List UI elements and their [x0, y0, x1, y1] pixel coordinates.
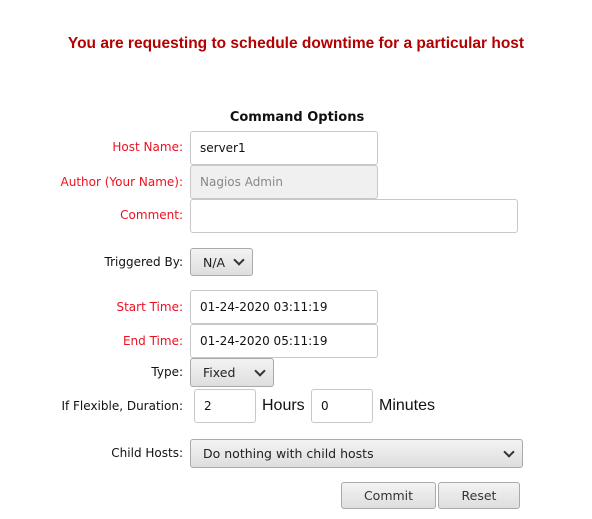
type-label: Type: [151, 365, 183, 379]
reset-button[interactable]: Reset [438, 482, 520, 509]
comment-label: Comment: [120, 208, 183, 222]
child-hosts-label: Child Hosts: [111, 446, 183, 460]
section-title: Command Options [229, 110, 365, 125]
end-time-input[interactable]: 01-24-2020 05:11:19 [190, 324, 378, 358]
comment-input[interactable] [190, 199, 518, 233]
chevron-down-icon [233, 254, 245, 266]
commit-button[interactable]: Commit [341, 482, 436, 509]
hours-label: Hours [262, 397, 305, 414]
child-hosts-select[interactable]: Do nothing with child hosts [190, 439, 523, 468]
start-time-label: Start Time: [116, 300, 183, 314]
host-name-input[interactable]: server1 [190, 131, 378, 165]
duration-minutes-input[interactable]: 0 [311, 389, 373, 423]
type-value: Fixed [203, 365, 236, 380]
triggered-by-label: Triggered By: [104, 255, 183, 269]
child-hosts-value: Do nothing with child hosts [203, 446, 374, 461]
start-time-input[interactable]: 01-24-2020 03:11:19 [190, 290, 378, 324]
end-time-label: End Time: [122, 334, 183, 348]
triggered-by-select[interactable]: N/A [190, 248, 253, 276]
host-name-label: Host Name: [112, 140, 183, 154]
duration-label: If Flexible, Duration: [61, 399, 183, 413]
minutes-label: Minutes [379, 397, 436, 414]
triggered-by-value: N/A [203, 254, 226, 270]
duration-hours-input[interactable]: 2 [194, 389, 256, 423]
page-title: You are requesting to schedule downtime … [67, 35, 525, 52]
chevron-down-icon [254, 364, 266, 377]
chevron-down-icon [503, 445, 515, 458]
type-select[interactable]: Fixed [190, 358, 274, 387]
author-input: Nagios Admin [190, 165, 378, 199]
author-label: Author (Your Name): [60, 175, 183, 189]
